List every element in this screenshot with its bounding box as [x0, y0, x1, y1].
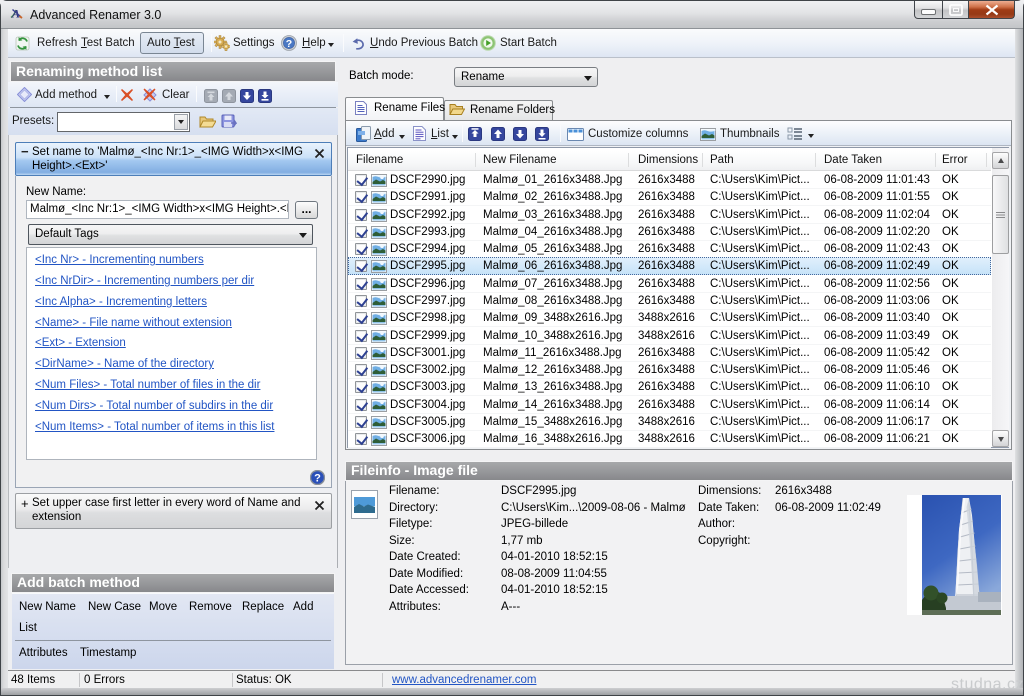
svg-text:?: ? — [314, 473, 321, 485]
svg-text:A: A — [11, 7, 20, 21]
svg-text:?: ? — [286, 38, 292, 50]
